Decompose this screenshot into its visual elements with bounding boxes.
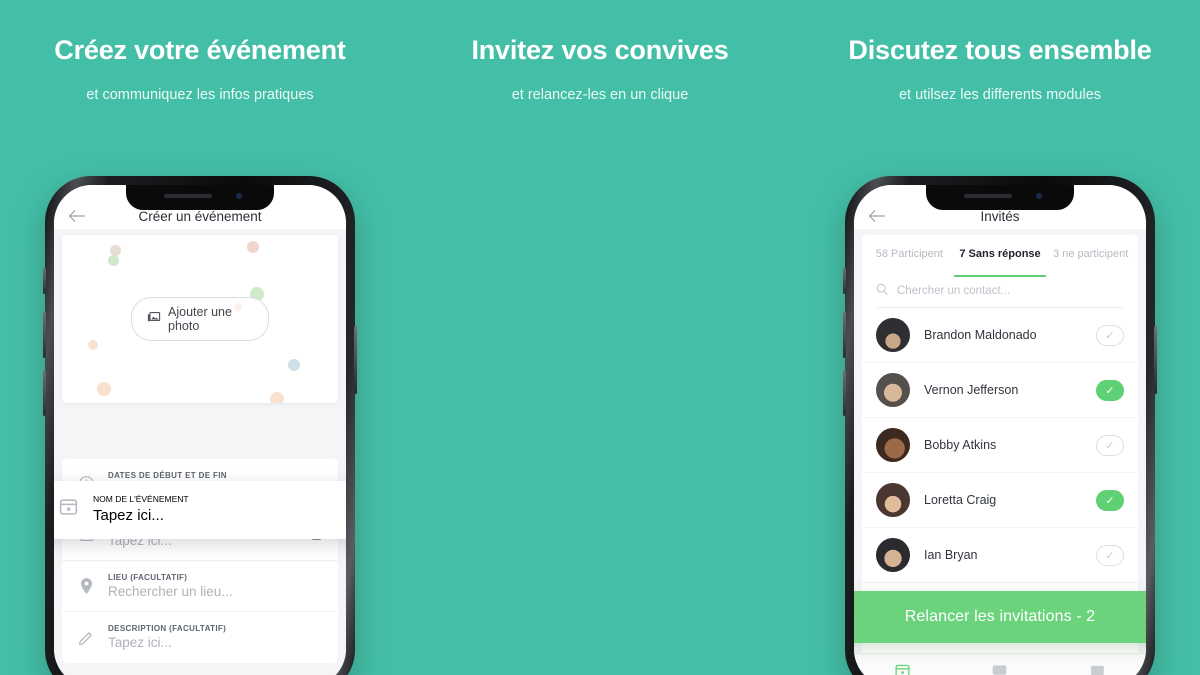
- field-value: Rechercher un lieu...: [108, 583, 233, 599]
- phone-volume-down-button: [43, 370, 46, 416]
- column-1-header: Créez votre événement et communiquez les…: [0, 0, 400, 103]
- decor-dot: [247, 241, 259, 253]
- add-photo-button[interactable]: Ajouter une photo: [131, 297, 269, 341]
- resend-invitations-label: Relancer les invitations - 2: [904, 608, 1096, 625]
- back-arrow-icon[interactable]: [68, 209, 86, 223]
- field-value: Tapez ici...: [108, 635, 172, 650]
- phone1-content: Ajouter une photo DATES DE DÉBUT ET DE F…: [54, 229, 346, 675]
- phone-volume-down-button: [843, 370, 846, 416]
- field-label: DESCRIPTION (Facultatif): [108, 624, 227, 633]
- field-label: DATES DE DÉBUT ET DE FIN: [108, 470, 227, 480]
- field-event-name[interactable]: NOM DE L'ÉVÉNEMENT Tapez ici...: [54, 481, 346, 539]
- photo-upload-area[interactable]: Ajouter une photo: [62, 235, 338, 403]
- front-camera: [1036, 193, 1042, 199]
- column-2-subheading: et relancez-les en un clique: [511, 86, 689, 103]
- decor-dot: [270, 392, 284, 403]
- field-description[interactable]: DESCRIPTION (Facultatif) Tapez ici...: [62, 612, 338, 663]
- field-location[interactable]: LIEU (Facultatif) Rechercher un lieu...: [62, 561, 338, 612]
- phone-volume-up-button: [43, 312, 46, 358]
- field-value: Tapez ici...: [93, 507, 164, 524]
- column-2-heading: Invitez vos convives: [471, 35, 729, 65]
- column-2-header: Invitez vos convives et relancez-les en …: [400, 0, 800, 103]
- nav-chat-icon[interactable]: [991, 662, 1008, 675]
- phone-side-button: [843, 268, 846, 294]
- back-arrow-icon[interactable]: [868, 209, 886, 223]
- nav-calendar-icon[interactable]: [894, 662, 911, 675]
- field-label: LIEU (Facultatif): [108, 572, 188, 582]
- column-3-subheading: et utilsez les differents modules: [898, 86, 1102, 103]
- field-label: NOM DE L'ÉVÉNEMENT: [93, 494, 189, 504]
- column-create-event: Créez votre événement et communiquez les…: [0, 0, 400, 675]
- decor-dot: [97, 382, 111, 396]
- phone2-bottom-nav: [854, 653, 1146, 675]
- phone-power-button: [354, 326, 357, 394]
- speaker-grille: [164, 194, 212, 198]
- speaker-grille: [964, 194, 1012, 198]
- front-camera: [236, 193, 242, 199]
- phone-notch: [926, 185, 1074, 210]
- pin-icon: [76, 577, 96, 595]
- image-icon: [147, 311, 161, 327]
- column-3-heading: Discutez tous ensemble: [848, 35, 1152, 65]
- phone-notch: [126, 185, 274, 210]
- calendar-icon: [58, 496, 80, 522]
- column-1-subheading: et communiquez les infos pratiques: [86, 86, 314, 103]
- phone-volume-up-button: [843, 312, 846, 358]
- nav-image-icon[interactable]: [1089, 662, 1106, 675]
- resend-invitations-button[interactable]: Relancer les invitations - 2: [854, 591, 1146, 643]
- decor-dot: [88, 340, 98, 350]
- phone1-title: Créer un événement: [138, 209, 262, 224]
- column-1-heading: Créez votre événement: [54, 35, 346, 65]
- add-photo-label: Ajouter une photo: [168, 305, 232, 333]
- phone-mockup-1: Créer un événement Ajouter une photo DAT…: [43, 176, 357, 675]
- column-invite-guests: Invitez vos convives et relancez-les en …: [400, 0, 1157, 675]
- decor-dot: [288, 359, 300, 371]
- phone-power-button: [1154, 326, 1157, 394]
- column-chat: Discutez tous ensemble et utilsez les di…: [800, 0, 1200, 675]
- phone-1-screen: Créer un événement Ajouter une photo DAT…: [54, 185, 346, 675]
- promo-stage: Créez votre événement et communiquez les…: [0, 0, 1200, 675]
- phone2-title: Invités: [980, 209, 1020, 224]
- pencil-icon: [76, 629, 96, 645]
- decor-dot: [108, 255, 119, 266]
- phone-side-button: [43, 268, 46, 294]
- column-3-header: Discutez tous ensemble et utilsez les di…: [800, 0, 1200, 103]
